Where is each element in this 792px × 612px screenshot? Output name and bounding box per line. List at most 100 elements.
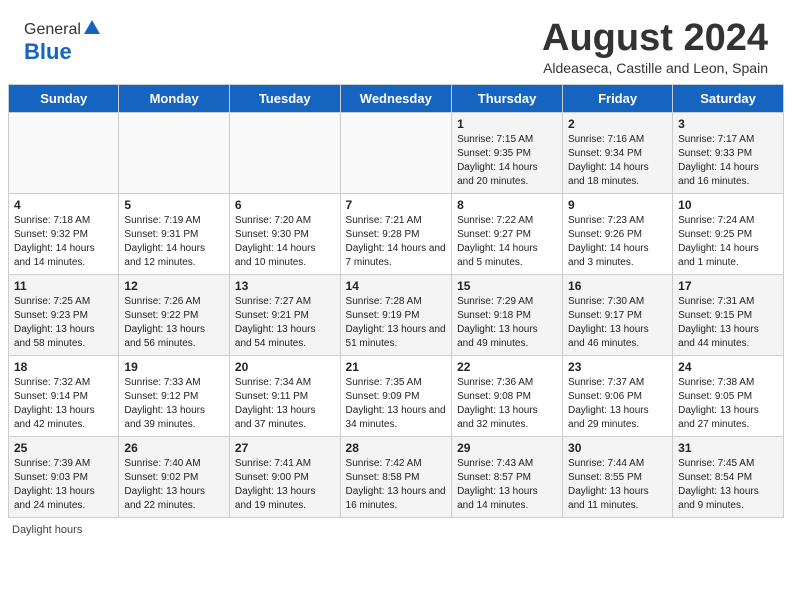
day-info: Sunrise: 7:40 AM Sunset: 9:02 PM Dayligh… xyxy=(124,457,224,513)
calendar-week-row: 4Sunrise: 7:18 AM Sunset: 9:32 PM Daylig… xyxy=(9,193,784,274)
day-number: 9 xyxy=(568,198,667,212)
day-number: 13 xyxy=(235,279,335,293)
day-number: 5 xyxy=(124,198,224,212)
col-saturday: Saturday xyxy=(673,84,784,112)
table-row: 3 Sunrise: 7:17 AM Sunset: 9:33 PM Daylig… xyxy=(673,112,784,193)
day-info: Sunrise: 7:26 AM Sunset: 9:22 PM Dayligh… xyxy=(124,295,224,351)
col-thursday: Thursday xyxy=(452,84,563,112)
day-info: Sunrise: 7:32 AM Sunset: 9:14 PM Dayligh… xyxy=(14,376,113,432)
table-row: 20 Sunrise: 7:34 AM Sunset: 9:11 PM Dayli… xyxy=(229,355,340,436)
table-row: 31 Sunrise: 7:45 AM Sunset: 8:54 PM Dayli… xyxy=(673,436,784,517)
table-row: 30 Sunrise: 7:44 AM Sunset: 8:55 PM Dayli… xyxy=(563,436,673,517)
day-number: 30 xyxy=(568,441,667,455)
day-number: 16 xyxy=(568,279,667,293)
table-row: 6 Sunrise: 7:20 AM Sunset: 9:30 PM Daylig… xyxy=(229,193,340,274)
day-info: Sunrise: 7:36 AM Sunset: 9:08 PM Dayligh… xyxy=(457,376,557,432)
day-info: Sunrise: 7:28 AM Sunset: 9:19 PM Dayligh… xyxy=(346,295,447,351)
day-info: Sunrise: 7:44 AM Sunset: 8:55 PM Dayligh… xyxy=(568,457,667,513)
day-info: Sunrise: 7:38 AM Sunset: 9:05 PM Dayligh… xyxy=(678,376,778,432)
calendar-table: Sunday Monday Tuesday Wednesday Thursday… xyxy=(8,84,784,518)
table-row: 22 Sunrise: 7:36 AM Sunset: 9:08 PM Dayli… xyxy=(452,355,563,436)
table-row: 12Sunrise: 7:26 AM Sunset: 9:22 PM Dayli… xyxy=(119,274,230,355)
header: General Blue August 2024 Aldeaseca, Cast… xyxy=(0,0,792,84)
table-row: 11 Sunrise: 7:25 AM Sunset: 9:23 PM Dayli… xyxy=(9,274,119,355)
day-info: Sunrise: 7:25 AM Sunset: 9:23 PM Dayligh… xyxy=(14,295,113,351)
table-row: 25Sunrise: 7:39 AM Sunset: 9:03 PM Dayli… xyxy=(9,436,119,517)
col-monday: Monday xyxy=(119,84,230,112)
table-row: 27 Sunrise: 7:41 AM Sunset: 9:00 PM Dayli… xyxy=(229,436,340,517)
day-number: 21 xyxy=(346,360,447,374)
table-row: 24Sunrise: 7:38 AM Sunset: 9:05 PM Dayli… xyxy=(673,355,784,436)
table-row: 16 Sunrise: 7:30 AM Sunset: 9:17 PM Dayli… xyxy=(563,274,673,355)
day-info: Sunrise: 7:27 AM Sunset: 9:21 PM Dayligh… xyxy=(235,295,335,351)
table-row: 17 Sunrise: 7:31 AM Sunset: 9:15 PM Dayli… xyxy=(673,274,784,355)
day-info: Sunrise: 7:21 AM Sunset: 9:28 PM Dayligh… xyxy=(346,214,447,270)
day-info: Sunrise: 7:23 AM Sunset: 9:26 PM Dayligh… xyxy=(568,214,667,270)
table-row: 10 Sunrise: 7:24 AM Sunset: 9:25 PM Dayli… xyxy=(673,193,784,274)
day-info: Sunrise: 7:29 AM Sunset: 9:18 PM Dayligh… xyxy=(457,295,557,351)
table-row: 2 Sunrise: 7:16 AM Sunset: 9:34 PM Daylig… xyxy=(563,112,673,193)
day-info: Sunrise: 7:37 AM Sunset: 9:06 PM Dayligh… xyxy=(568,376,667,432)
table-row: 29Sunrise: 7:43 AM Sunset: 8:57 PM Dayli… xyxy=(452,436,563,517)
col-sunday: Sunday xyxy=(9,84,119,112)
table-row: 1 Sunrise: 7:15 AM Sunset: 9:35 PM Daylig… xyxy=(452,112,563,193)
day-number: 2 xyxy=(568,117,667,131)
calendar-week-row: 1 Sunrise: 7:15 AM Sunset: 9:35 PM Daylig… xyxy=(9,112,784,193)
table-row xyxy=(229,112,340,193)
day-number: 27 xyxy=(235,441,335,455)
table-row: 7Sunrise: 7:21 AM Sunset: 9:28 PM Daylig… xyxy=(340,193,452,274)
day-info: Sunrise: 7:41 AM Sunset: 9:00 PM Dayligh… xyxy=(235,457,335,513)
table-row: 4Sunrise: 7:18 AM Sunset: 9:32 PM Daylig… xyxy=(9,193,119,274)
col-tuesday: Tuesday xyxy=(229,84,340,112)
day-number: 8 xyxy=(457,198,557,212)
table-row xyxy=(119,112,230,193)
table-row: 23Sunrise: 7:37 AM Sunset: 9:06 PM Dayli… xyxy=(563,355,673,436)
day-number: 1 xyxy=(457,117,557,131)
subtitle: Aldeaseca, Castille and Leon, Spain xyxy=(542,60,768,76)
day-number: 17 xyxy=(678,279,778,293)
table-row: 28Sunrise: 7:42 AM Sunset: 8:58 PM Dayli… xyxy=(340,436,452,517)
day-number: 4 xyxy=(14,198,113,212)
day-number: 6 xyxy=(235,198,335,212)
footer: Daylight hours xyxy=(0,518,792,540)
col-friday: Friday xyxy=(563,84,673,112)
logo: General Blue xyxy=(24,18,101,65)
day-number: 15 xyxy=(457,279,557,293)
day-number: 26 xyxy=(124,441,224,455)
day-number: 22 xyxy=(457,360,557,374)
day-number: 31 xyxy=(678,441,778,455)
table-row: 5 Sunrise: 7:19 AM Sunset: 9:31 PM Daylig… xyxy=(119,193,230,274)
day-number: 20 xyxy=(235,360,335,374)
day-info: Sunrise: 7:19 AM Sunset: 9:31 PM Dayligh… xyxy=(124,214,224,270)
day-number: 3 xyxy=(678,117,778,131)
calendar-header: Sunday Monday Tuesday Wednesday Thursday… xyxy=(9,84,784,112)
day-info: Sunrise: 7:24 AM Sunset: 9:25 PM Dayligh… xyxy=(678,214,778,270)
logo-blue-text: Blue xyxy=(24,39,72,65)
day-number: 29 xyxy=(457,441,557,455)
day-info: Sunrise: 7:31 AM Sunset: 9:15 PM Dayligh… xyxy=(678,295,778,351)
day-info: Sunrise: 7:17 AM Sunset: 9:33 PM Dayligh… xyxy=(678,133,778,189)
day-info: Sunrise: 7:45 AM Sunset: 8:54 PM Dayligh… xyxy=(678,457,778,513)
logo-icon xyxy=(83,18,101,36)
table-row: 15 Sunrise: 7:29 AM Sunset: 9:18 PM Dayli… xyxy=(452,274,563,355)
col-wednesday: Wednesday xyxy=(340,84,452,112)
month-title: August 2024 xyxy=(542,18,768,60)
logo-general-text: General xyxy=(24,21,81,39)
day-info: Sunrise: 7:15 AM Sunset: 9:35 PM Dayligh… xyxy=(457,133,557,189)
calendar-body: 1 Sunrise: 7:15 AM Sunset: 9:35 PM Daylig… xyxy=(9,112,784,517)
day-info: Sunrise: 7:42 AM Sunset: 8:58 PM Dayligh… xyxy=(346,457,447,513)
calendar-week-row: 18Sunrise: 7:32 AM Sunset: 9:14 PM Dayli… xyxy=(9,355,784,436)
day-info: Sunrise: 7:30 AM Sunset: 9:17 PM Dayligh… xyxy=(568,295,667,351)
table-row: 13 Sunrise: 7:27 AM Sunset: 9:21 PM Dayli… xyxy=(229,274,340,355)
day-info: Sunrise: 7:22 AM Sunset: 9:27 PM Dayligh… xyxy=(457,214,557,270)
day-info: Sunrise: 7:20 AM Sunset: 9:30 PM Dayligh… xyxy=(235,214,335,270)
day-number: 14 xyxy=(346,279,447,293)
day-number: 10 xyxy=(678,198,778,212)
table-row: 26 Sunrise: 7:40 AM Sunset: 9:02 PM Dayli… xyxy=(119,436,230,517)
day-number: 11 xyxy=(14,279,113,293)
table-row: 9 Sunrise: 7:23 AM Sunset: 9:26 PM Daylig… xyxy=(563,193,673,274)
day-info: Sunrise: 7:39 AM Sunset: 9:03 PM Dayligh… xyxy=(14,457,113,513)
day-info: Sunrise: 7:16 AM Sunset: 9:34 PM Dayligh… xyxy=(568,133,667,189)
calendar-week-row: 25Sunrise: 7:39 AM Sunset: 9:03 PM Dayli… xyxy=(9,436,784,517)
day-info: Sunrise: 7:34 AM Sunset: 9:11 PM Dayligh… xyxy=(235,376,335,432)
